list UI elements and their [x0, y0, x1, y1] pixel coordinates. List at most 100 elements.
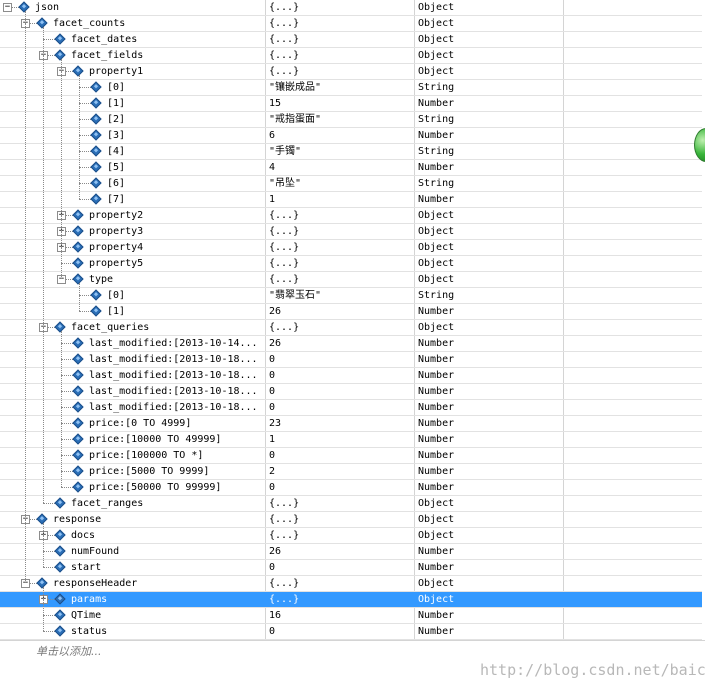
- node-icon: [90, 289, 102, 301]
- tree-row[interactable]: − type {...} Object: [0, 272, 702, 288]
- node-type: Number: [418, 546, 455, 557]
- node-value[interactable]: "戒指蛋面": [269, 112, 413, 127]
- tree-row[interactable]: price:[5000 TO 9999] 2 Number: [0, 464, 702, 480]
- tree-guide-line: [43, 27, 44, 39]
- add-row-prompt[interactable]: 单击以添加...: [36, 643, 102, 659]
- tree-row[interactable]: − property1 {...} Object: [0, 64, 702, 80]
- tree-row[interactable]: facet_dates {...} Object: [0, 32, 702, 48]
- node-icon: [72, 353, 84, 365]
- tree-row[interactable]: − json {...} Object: [0, 0, 702, 16]
- node-name: start: [71, 562, 102, 573]
- node-value[interactable]: 0: [269, 352, 413, 367]
- node-value[interactable]: 16: [269, 608, 413, 623]
- node-name: price:[50000 TO 99999]: [89, 482, 222, 493]
- tree-row[interactable]: + property4 {...} Object: [0, 240, 702, 256]
- tree-row[interactable]: − facet_queries {...} Object: [0, 320, 702, 336]
- tree-row[interactable]: status 0 Number: [0, 624, 702, 640]
- node-value[interactable]: 2: [269, 464, 413, 479]
- node-value[interactable]: 0: [269, 448, 413, 463]
- node-value[interactable]: "镶嵌成品": [269, 80, 413, 95]
- tree-row[interactable]: [1] 26 Number: [0, 304, 702, 320]
- node-value[interactable]: 0: [269, 480, 413, 495]
- node-type: Number: [418, 194, 455, 205]
- node-value[interactable]: 26: [269, 544, 413, 559]
- tree-row[interactable]: [7] 1 Number: [0, 192, 702, 208]
- node-value[interactable]: {...}: [269, 528, 413, 543]
- tree-row[interactable]: [2] "戒指蛋面" String: [0, 112, 702, 128]
- node-icon: [90, 129, 102, 141]
- node-value[interactable]: {...}: [269, 64, 413, 79]
- node-value[interactable]: {...}: [269, 576, 413, 591]
- node-value[interactable]: 1: [269, 192, 413, 207]
- node-value[interactable]: 4: [269, 160, 413, 175]
- tree-row[interactable]: − facet_counts {...} Object: [0, 16, 702, 32]
- node-value[interactable]: {...}: [269, 0, 413, 15]
- tree-row[interactable]: − facet_fields {...} Object: [0, 48, 702, 64]
- node-value[interactable]: {...}: [269, 224, 413, 239]
- node-value[interactable]: 1: [269, 432, 413, 447]
- collapse-icon[interactable]: −: [3, 3, 12, 12]
- node-value[interactable]: 0: [269, 368, 413, 383]
- node-value[interactable]: 0: [269, 560, 413, 575]
- tree-row[interactable]: start 0 Number: [0, 560, 702, 576]
- tree-row[interactable]: [0] "镶嵌成品" String: [0, 80, 702, 96]
- node-value[interactable]: 0: [269, 400, 413, 415]
- node-value[interactable]: 26: [269, 304, 413, 319]
- tree-row[interactable]: [4] "手镯" String: [0, 144, 702, 160]
- tree-row[interactable]: − responseHeader {...} Object: [0, 576, 702, 592]
- node-icon: [54, 561, 66, 573]
- tree-guide-line: [43, 587, 44, 599]
- node-value[interactable]: {...}: [269, 496, 413, 511]
- node-value[interactable]: {...}: [269, 32, 413, 47]
- node-value[interactable]: {...}: [269, 48, 413, 63]
- tree-row[interactable]: QTime 16 Number: [0, 608, 702, 624]
- tree-row[interactable]: [0] "翡翠玉石" String: [0, 288, 702, 304]
- node-value[interactable]: 0: [269, 624, 413, 639]
- node-value[interactable]: 26: [269, 336, 413, 351]
- node-value[interactable]: 0: [269, 384, 413, 399]
- tree-row[interactable]: [3] 6 Number: [0, 128, 702, 144]
- node-value[interactable]: 23: [269, 416, 413, 431]
- tree-row[interactable]: [1] 15 Number: [0, 96, 702, 112]
- tree-row[interactable]: + property2 {...} Object: [0, 208, 702, 224]
- tree-row[interactable]: price:[10000 TO 49999] 1 Number: [0, 432, 702, 448]
- tree-row[interactable]: + params {...} Object: [0, 592, 702, 608]
- tree-row[interactable]: + property3 {...} Object: [0, 224, 702, 240]
- node-value[interactable]: 6: [269, 128, 413, 143]
- tree-row[interactable]: [5] 4 Number: [0, 160, 702, 176]
- tree-guide-line: [43, 327, 44, 503]
- node-name: [3]: [107, 130, 126, 141]
- tree-row[interactable]: [6] "吊坠" String: [0, 176, 702, 192]
- node-value[interactable]: {...}: [269, 16, 413, 31]
- tree-row[interactable]: last_modified:[2013-10-18... 0 Number: [0, 384, 702, 400]
- node-value[interactable]: {...}: [269, 256, 413, 271]
- tree-row[interactable]: price:[0 TO 4999] 23 Number: [0, 416, 702, 432]
- tree-row[interactable]: last_modified:[2013-10-18... 0 Number: [0, 368, 702, 384]
- node-value[interactable]: "手镯": [269, 144, 413, 159]
- json-tree-grid: − json {...} Object − facet_counts {...} Object…: [0, 0, 705, 640]
- node-value[interactable]: {...}: [269, 592, 413, 607]
- tree-row[interactable]: price:[50000 TO 99999] 0 Number: [0, 480, 702, 496]
- tree-row[interactable]: facet_ranges {...} Object: [0, 496, 702, 512]
- node-name: [7]: [107, 194, 126, 205]
- node-value[interactable]: {...}: [269, 240, 413, 255]
- node-name: QTime: [71, 610, 102, 621]
- tree-row[interactable]: property5 {...} Object: [0, 256, 702, 272]
- tree-row[interactable]: price:[100000 TO *] 0 Number: [0, 448, 702, 464]
- node-value[interactable]: "吊坠": [269, 176, 413, 191]
- node-name: [0]: [107, 82, 126, 93]
- tree-row[interactable]: numFound 26 Number: [0, 544, 702, 560]
- node-value[interactable]: {...}: [269, 208, 413, 223]
- node-value[interactable]: "翡翠玉石": [269, 288, 413, 303]
- node-value[interactable]: {...}: [269, 320, 413, 335]
- node-value[interactable]: {...}: [269, 272, 413, 287]
- tree-guide-line: [61, 263, 62, 279]
- tree-row[interactable]: last_modified:[2013-10-18... 0 Number: [0, 400, 702, 416]
- node-type: Number: [418, 434, 455, 445]
- tree-row[interactable]: last_modified:[2013-10-18... 0 Number: [0, 352, 702, 368]
- node-value[interactable]: 15: [269, 96, 413, 111]
- node-value[interactable]: {...}: [269, 512, 413, 527]
- tree-row[interactable]: + docs {...} Object: [0, 528, 702, 544]
- tree-row[interactable]: − response {...} Object: [0, 512, 702, 528]
- tree-row[interactable]: last_modified:[2013-10-14... 26 Number: [0, 336, 702, 352]
